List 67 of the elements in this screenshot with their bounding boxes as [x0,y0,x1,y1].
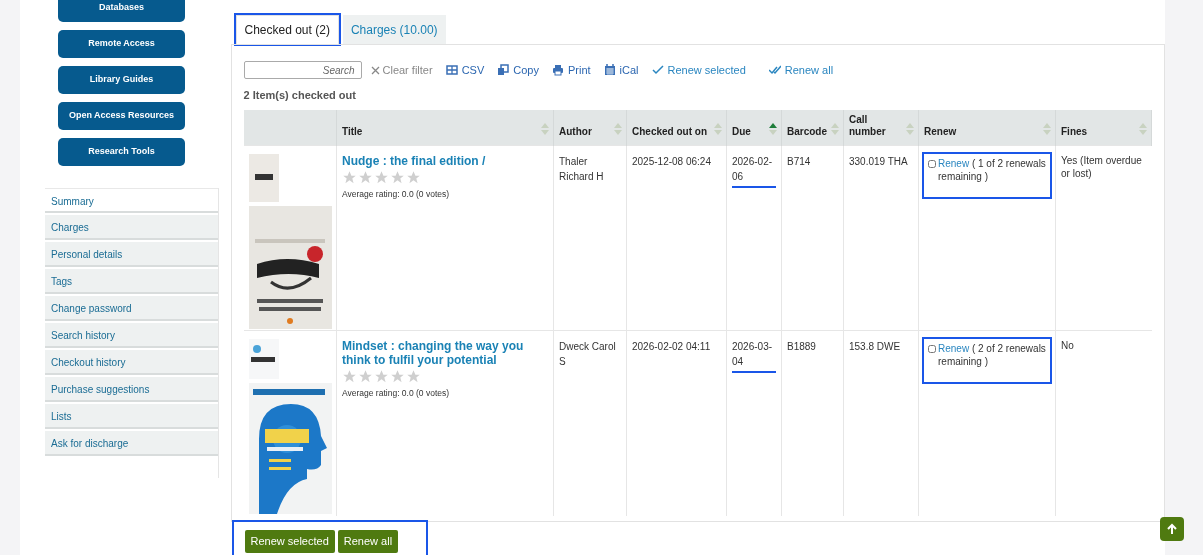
due-date: 2026-03-04 [732,339,776,373]
renew-button[interactable]: Renew selected [244,530,335,553]
up-arrow-icon [1166,523,1178,535]
column-header[interactable]: Author [559,126,592,138]
sidebar-link-button[interactable]: Databases [58,0,185,22]
fines-text: Yes (Item overdue or lost) [1061,154,1143,180]
fines-text: No [1061,339,1075,352]
toolbar-link[interactable]: Print [551,61,591,79]
book-title-link[interactable]: Mindset : changing the way you think to fulfil your potential [342,339,548,367]
column-header[interactable]: Renew [924,126,957,138]
toolbar-link[interactable]: CSV [445,61,485,79]
renew-link[interactable]: Renew [938,343,970,354]
column-header[interactable]: Call number [849,114,902,138]
barcode-text: B714 [787,155,812,169]
sidebar-link-button[interactable]: Research Tools [58,138,185,166]
sidebar-menu-item[interactable]: Purchase suggestions [45,377,218,402]
sidebar-menu-item[interactable]: Summary [45,188,218,213]
clear-filter-link[interactable]: Clear filter [370,61,433,79]
barcode-text: B1889 [787,340,817,354]
author-text: Dweck Carol S [559,340,617,369]
sidebar-link-button[interactable]: Remote Access [58,30,185,58]
toolbar-link[interactable]: Renew all [768,61,834,79]
column-header[interactable]: Checked out on [632,126,707,138]
sidebar-menu-item[interactable]: Search history [45,323,218,348]
checkout-date: 2025-12-08 06:24 [632,155,712,169]
tab[interactable]: Charges (10.00) [342,15,446,44]
column-header[interactable]: Title [342,126,363,138]
average-rating: Average rating: 0.0 (0 votes) [342,188,451,201]
renew-link[interactable]: Renew [938,158,970,169]
sidebar-menu-item[interactable]: Charges [45,215,218,240]
renew-checkbox[interactable] [928,160,936,168]
renewals-remaining: Renew ( 1 of 2 renewals remaining ) [938,157,1046,183]
items-checked-out-count: 2 Item(s) checked out [243,88,357,103]
renew-checkbox[interactable] [928,345,936,353]
sidebar-link-button[interactable]: Library Guides [58,66,185,94]
toolbar-link[interactable]: Renew selected [651,61,746,79]
sidebar-menu-item[interactable]: Lists [45,404,218,429]
column-header[interactable]: Fines [1061,126,1088,138]
sidebar-menu-item[interactable]: Checkout history [45,350,218,375]
check-icon [651,64,664,76]
sidebar-menu-item[interactable]: Ask for discharge [45,431,218,456]
tab[interactable]: Checked out (2) [235,15,339,44]
book-title-link[interactable]: Nudge : the final edition / [342,154,548,168]
column-header[interactable]: Due [732,126,751,138]
double-check-icon [768,64,781,76]
print-icon [551,64,564,76]
sidebar-menu-item[interactable]: Tags [45,269,218,294]
author-text: Thaler Richard H [559,155,605,184]
copy-icon [497,64,510,76]
toolbar-link[interactable]: Copy [497,61,539,79]
search-field[interactable]: Search [243,61,362,79]
column-header[interactable]: Barcode [787,126,827,138]
renew-button[interactable]: Renew all [337,530,399,553]
sidebar-menu-item[interactable]: Change password [45,296,218,321]
calendar-icon [603,64,616,76]
renewals-remaining: Renew ( 2 of 2 renewals remaining ) [938,342,1046,368]
due-date: 2026-02-06 [732,154,776,188]
toolbar-link[interactable]: iCal [603,61,639,79]
close-icon [370,65,380,75]
call-number-text: 153.8 DWE [849,340,902,354]
checkout-date: 2026-02-02 04:11 [632,340,712,354]
table-icon [445,64,458,76]
sidebar-menu-item[interactable]: Personal details [45,242,218,267]
sidebar-link-button[interactable]: Open Access Resources [58,102,185,130]
scroll-to-top-button[interactable] [1160,517,1184,541]
call-number-text: 330.019 THA [849,155,909,169]
average-rating: Average rating: 0.0 (0 votes) [342,387,451,400]
